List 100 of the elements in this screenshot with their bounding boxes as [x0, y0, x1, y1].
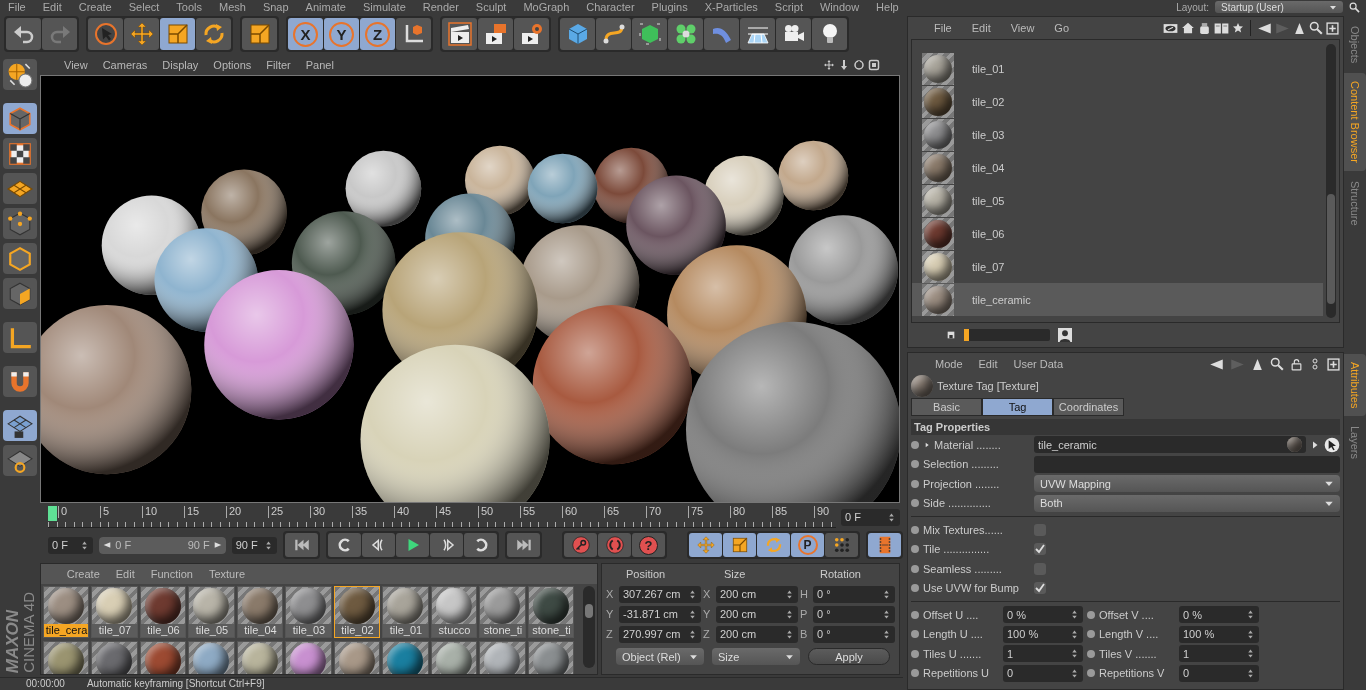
- material-swatch[interactable]: tile_05: [188, 586, 235, 639]
- workplane-mode-button[interactable]: [3, 445, 37, 476]
- menu-item[interactable]: Filter: [266, 59, 291, 71]
- menu-item[interactable]: Cameras: [102, 59, 148, 71]
- tab[interactable]: Coordinates: [1053, 398, 1124, 416]
- material-swatch[interactable]: tile_03: [285, 586, 332, 639]
- number-field[interactable]: 307.267 cm: [619, 585, 701, 603]
- number-field[interactable]: 0 °: [813, 585, 895, 603]
- menu-item[interactable]: Tools: [176, 0, 202, 13]
- side-tab[interactable]: Attributes: [1344, 354, 1366, 417]
- material-swatch[interactable]: [527, 641, 575, 675]
- content-item[interactable]: tile_06: [912, 217, 1323, 250]
- number-field[interactable]: 0 °: [813, 605, 895, 623]
- checkbox[interactable]: [1034, 543, 1046, 556]
- animation-dot-icon[interactable]: [911, 525, 919, 534]
- animation-dot-icon[interactable]: [911, 545, 919, 554]
- dropdown[interactable]: UVW Mapping: [1034, 475, 1340, 493]
- go-to-end-button[interactable]: [507, 533, 540, 558]
- menu-item[interactable]: Snap: [262, 0, 289, 13]
- menu-item[interactable]: Mesh: [219, 0, 246, 13]
- number-field[interactable]: 200 cm: [716, 605, 798, 623]
- material-swatch[interactable]: tile_01: [382, 586, 429, 639]
- help-button[interactable]: ?: [632, 533, 665, 558]
- content-item[interactable]: tile_05: [912, 184, 1323, 217]
- material-swatch[interactable]: tile_02: [333, 586, 381, 639]
- axis-lock-button[interactable]: Z: [360, 18, 395, 50]
- content-item[interactable]: tile_07: [912, 250, 1323, 283]
- auto-key-button[interactable]: [598, 533, 631, 558]
- playhead[interactable]: [48, 506, 57, 522]
- content-item[interactable]: tile_04: [912, 151, 1323, 184]
- texture-mode-button[interactable]: [3, 138, 37, 169]
- menu-item[interactable]: Help: [876, 0, 899, 13]
- material-swatch[interactable]: tile_07: [91, 586, 138, 639]
- menu-item[interactable]: Display: [162, 59, 199, 71]
- material-swatch[interactable]: tile_04: [236, 586, 284, 639]
- animation-dot-icon[interactable]: [911, 499, 919, 508]
- step-back-button[interactable]: [362, 533, 395, 558]
- end-frame-field[interactable]: 90 F: [231, 536, 277, 554]
- current-frame-field[interactable]: 0 F: [841, 508, 900, 526]
- menu-item[interactable]: Sculpt: [475, 0, 507, 13]
- tab[interactable]: Basic: [911, 398, 982, 416]
- content-item[interactable]: tile_01: [912, 52, 1323, 85]
- tab[interactable]: Tag: [982, 398, 1053, 416]
- number-field[interactable]: 1: [1179, 645, 1259, 663]
- material-swatch[interactable]: [139, 641, 187, 675]
- menu-item[interactable]: View: [64, 59, 88, 71]
- menu-item[interactable]: Render: [422, 0, 459, 13]
- floor-button[interactable]: [740, 18, 775, 50]
- number-field[interactable]: -31.871 cm: [619, 605, 701, 623]
- start-frame-field[interactable]: 0 F: [48, 536, 94, 554]
- menu-item[interactable]: Texture: [208, 568, 245, 581]
- animation-dot-icon[interactable]: [1087, 630, 1095, 639]
- input-field[interactable]: [1034, 455, 1340, 473]
- key-points-button[interactable]: [825, 533, 858, 558]
- snap-button[interactable]: [3, 366, 37, 397]
- menu-item[interactable]: Create: [66, 568, 100, 581]
- object-mode-button[interactable]: [3, 103, 37, 134]
- coordinate-system-button[interactable]: [396, 18, 431, 50]
- material-swatch[interactable]: stone_ti: [479, 586, 526, 639]
- render-button[interactable]: [478, 18, 513, 50]
- edges-mode-button[interactable]: [3, 243, 37, 274]
- menu-item[interactable]: Panel: [305, 59, 334, 71]
- menu-item[interactable]: Animate: [305, 0, 346, 13]
- undo-button[interactable]: [6, 18, 41, 50]
- coordinate-mode-dropdown[interactable]: Object (Rel): [616, 648, 704, 666]
- number-field[interactable]: 100 %: [1003, 625, 1083, 643]
- number-field[interactable]: 270.997 cm: [619, 625, 701, 643]
- animation-dot-icon[interactable]: [1087, 669, 1095, 678]
- content-item[interactable]: tile_ceramic: [912, 283, 1323, 316]
- camera-button[interactable]: [776, 18, 811, 50]
- material-swatch[interactable]: [236, 641, 284, 675]
- material-swatch[interactable]: [430, 641, 478, 675]
- next-key-button[interactable]: [464, 533, 497, 558]
- material-link-field[interactable]: tile_ceramic: [1034, 436, 1306, 454]
- selection-tool-button[interactable]: [88, 18, 123, 50]
- key-parameter-button[interactable]: P: [791, 533, 824, 558]
- material-swatch[interactable]: tile_cera: [42, 586, 90, 639]
- number-field[interactable]: 0 %: [1179, 606, 1259, 624]
- number-field[interactable]: 200 cm: [716, 585, 798, 603]
- spline-button[interactable]: [596, 18, 631, 50]
- key-rotation-button[interactable]: [757, 533, 790, 558]
- menu-item[interactable]: Go: [1054, 22, 1070, 34]
- step-forward-button[interactable]: [430, 533, 463, 558]
- polygons-mode-button[interactable]: [3, 278, 37, 309]
- content-item[interactable]: tile_03: [912, 118, 1323, 151]
- menu-item[interactable]: Character: [586, 0, 635, 13]
- menu-item[interactable]: File: [934, 22, 952, 34]
- animation-dot-icon[interactable]: [911, 584, 919, 593]
- animation-dot-icon[interactable]: [911, 479, 919, 488]
- menu-item[interactable]: X-Particles: [704, 0, 758, 13]
- key-scale-button[interactable]: [723, 533, 756, 558]
- cube-button[interactable]: [560, 18, 595, 50]
- rotate-tool-button[interactable]: [196, 18, 231, 50]
- axis-mode-button[interactable]: [3, 322, 37, 353]
- cloner-button[interactable]: [668, 18, 703, 50]
- menu-item[interactable]: File: [8, 0, 26, 13]
- key-position-button[interactable]: [689, 533, 722, 558]
- layout-dropdown[interactable]: Startup (User): [1215, 1, 1343, 13]
- material-swatch[interactable]: [42, 641, 90, 675]
- animation-dot-icon[interactable]: [1087, 649, 1095, 658]
